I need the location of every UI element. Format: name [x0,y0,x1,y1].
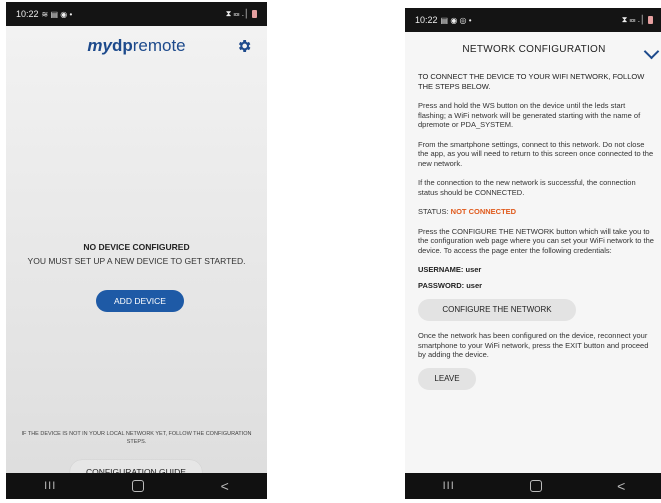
status-bar: 10:22 ≋ ▤ ◉ • ⧗ ☲ .│ [6,2,267,26]
page-title: NETWORK CONFIGURATION [462,44,606,55]
battery-icon [648,16,653,24]
app-logo: mydpremote [87,36,186,55]
step-2-text: From the smartphone settings, connect to… [418,139,654,168]
left-phone-screen: 10:22 ≋ ▤ ◉ • ⧗ ☲ .│ mydpremote NO DEVIC… [6,2,267,499]
connection-status: STATUS: NOT CONNECTED [418,207,655,217]
clock: 10:22 [415,15,438,25]
network-configuration-screen: NETWORK CONFIGURATION TO CONNECT THE DEV… [405,32,661,473]
step-3-text: If the connection to the new network is … [418,178,636,197]
right-phone-screen: 10:22 ▤ ◉ ◎ • ⧗ ☲ .│ NETWORK CONFIGURATI… [405,8,661,499]
gear-icon[interactable] [236,38,252,54]
home-button[interactable] [132,480,145,492]
instructions: TO CONNECT THE DEVICE TO YOUR WIFI NETWO… [418,72,655,390]
status-icons-left: ▤ ◉ ◎ • [440,15,472,25]
clock: 10:22 [16,9,39,19]
status-icons-left: ≋ ▤ ◉ • [41,9,73,19]
status-badge: NOT CONNECTED [450,207,517,216]
status-icons-right: ⧗ ☲ .│ [621,15,645,24]
step-1-text: Press and hold the WS button on the devi… [418,101,641,129]
navigation-bar: III < [405,473,661,499]
step-5-text: Once the network has been configured on … [418,331,649,359]
back-button[interactable]: < [221,478,229,494]
back-button[interactable]: < [617,478,625,494]
home-button[interactable] [529,480,542,492]
status-label: STATUS: [418,207,449,216]
status-icons-right: ⧗ ☲ .│ [225,9,249,18]
step-4-text: Press the CONFIGURE THE NETWORK button w… [418,226,654,255]
recents-button[interactable]: III [44,480,56,492]
configure-network-button[interactable]: CONFIGURE THE NETWORK [418,299,576,321]
no-device-text: YOU MUST SET UP A NEW DEVICE TO GET STAR… [27,256,246,266]
password-text: PASSWORD: user [418,280,483,290]
navigation-bar: III < [6,473,267,499]
battery-icon [252,10,257,18]
home-screen: mydpremote NO DEVICE CONFIGURED YOU MUST… [6,26,267,484]
status-bar: 10:22 ▤ ◉ ◎ • ⧗ ☲ .│ [405,8,661,32]
footnote-text: IF THE DEVICE IS NOT IN YOUR LOCAL NETWO… [21,431,252,445]
recents-button[interactable]: III [443,480,455,492]
no-device-title: NO DEVICE CONFIGURED [83,242,190,252]
add-device-button[interactable]: ADD DEVICE [96,290,184,312]
leave-button[interactable]: LEAVE [418,367,476,390]
username-text: USERNAME: user [418,265,482,274]
intro-text: TO CONNECT THE DEVICE TO YOUR WIFI NETWO… [418,72,645,91]
